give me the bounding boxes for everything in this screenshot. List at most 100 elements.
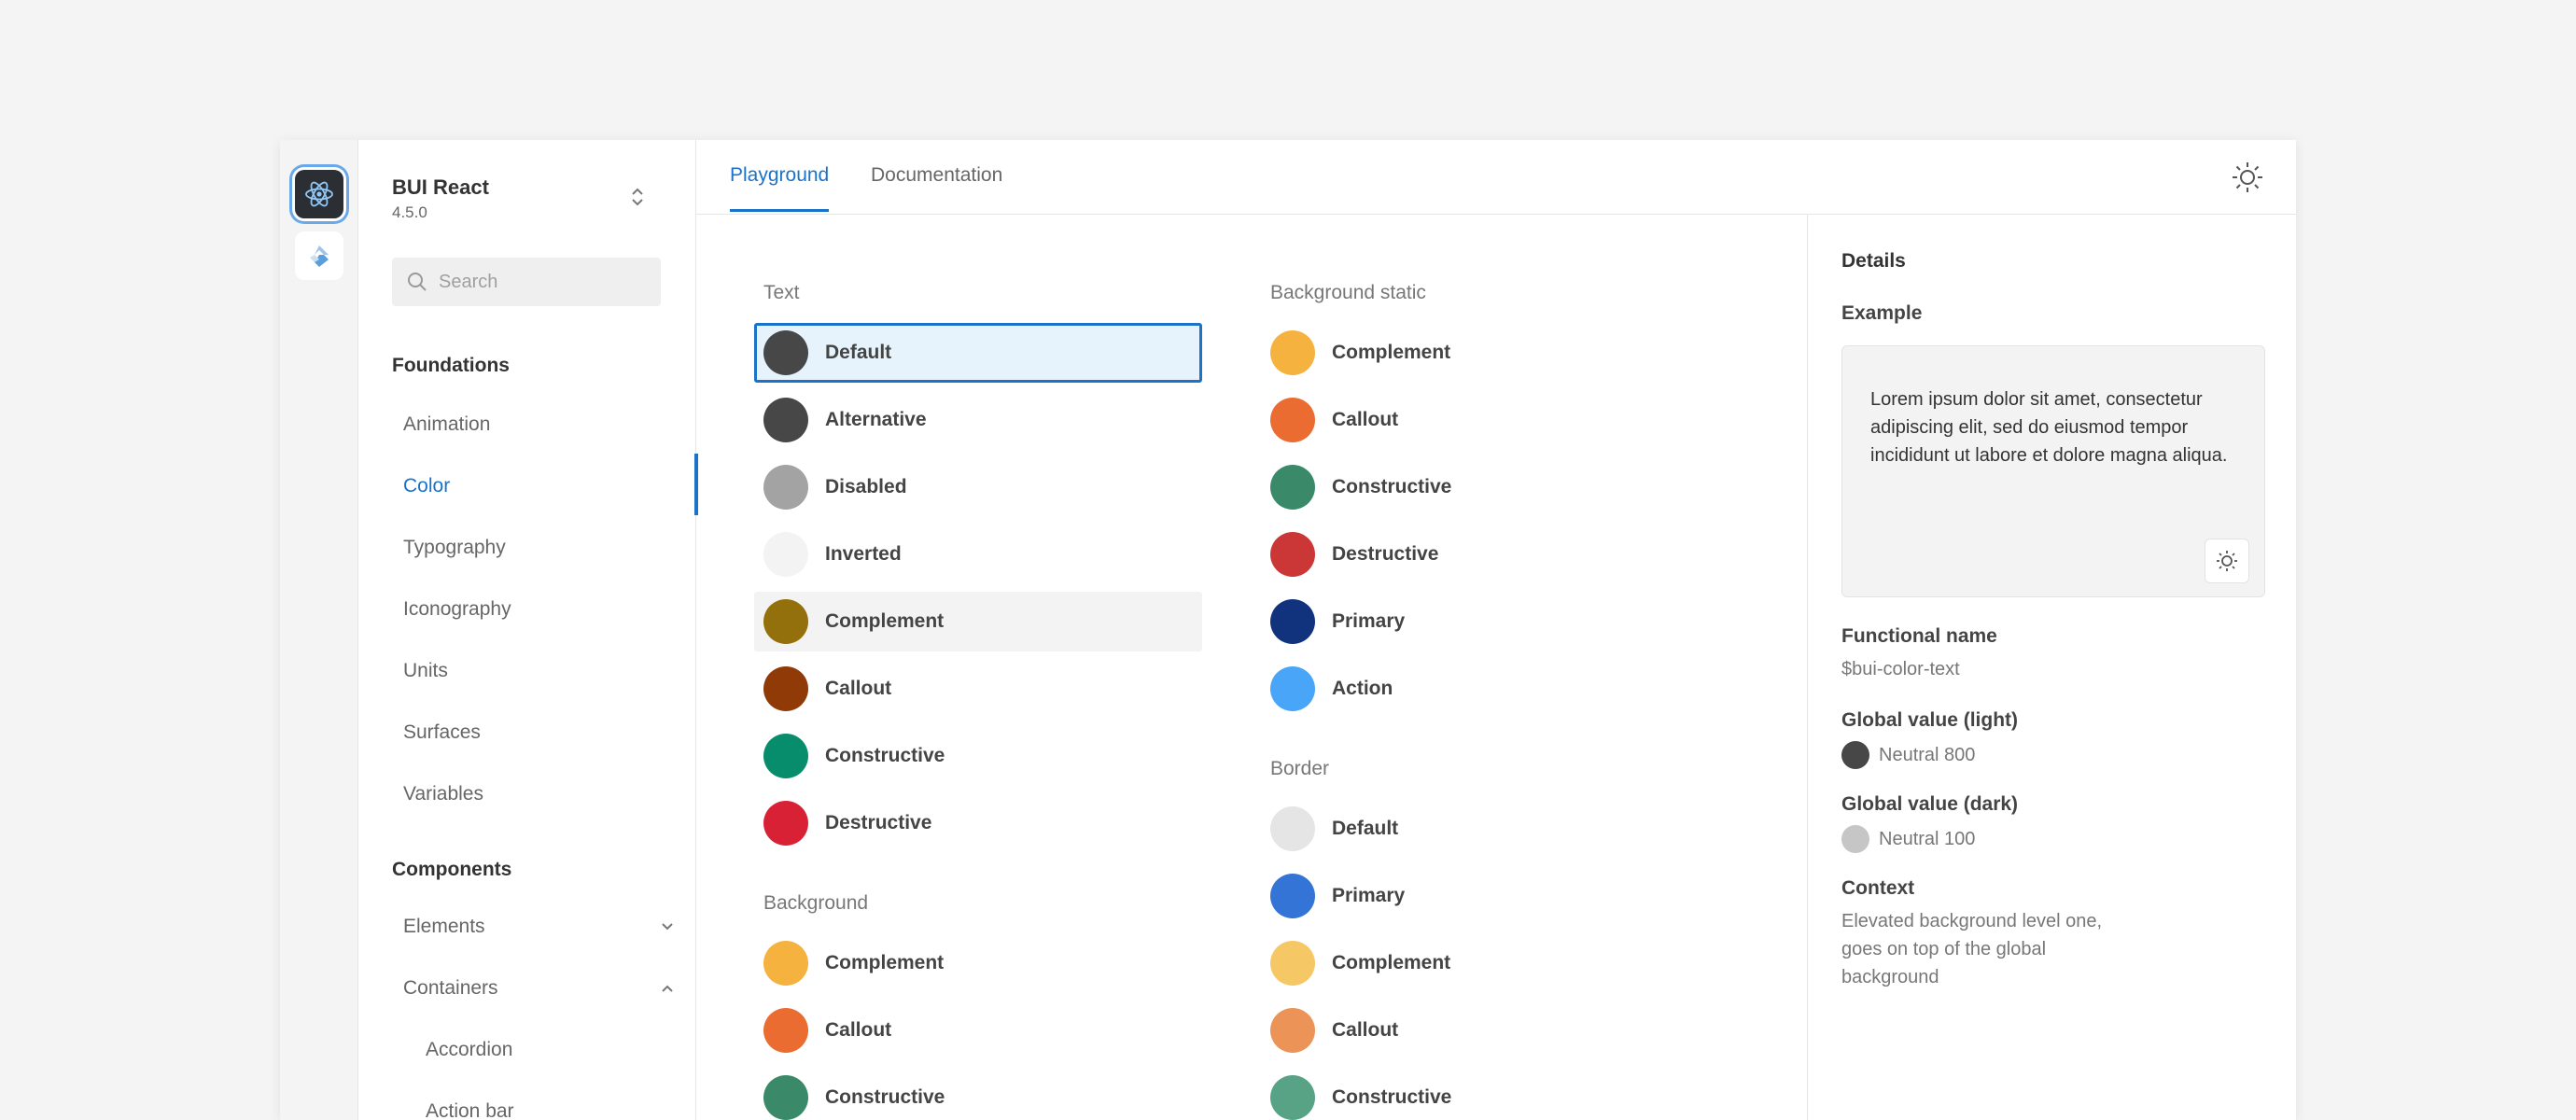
nav-item-elements[interactable]: Elements [403, 916, 674, 938]
swatch-background-callout[interactable]: Callout [754, 1001, 1202, 1060]
nav-item-color[interactable]: Color [403, 475, 674, 497]
color-dot [1270, 941, 1315, 986]
color-dot [763, 330, 808, 375]
swatch-text-default[interactable]: Default [754, 323, 1202, 383]
react-icon [305, 181, 333, 207]
react-app-button[interactable] [295, 170, 343, 218]
swatch-label: Default [825, 342, 892, 363]
chevron-updown-icon[interactable] [629, 185, 646, 209]
example-label: Example [1841, 302, 1923, 324]
swatch-label: Complement [1332, 342, 1451, 363]
tab-documentation[interactable]: Documentation [871, 164, 1002, 209]
swatch-bgstatic-destructive[interactable]: Destructive [1261, 525, 1709, 584]
nav-item-label: Elements [403, 916, 485, 937]
sun-icon[interactable] [2231, 161, 2264, 194]
swatch-label: Primary [1332, 885, 1406, 906]
nav-item-units[interactable]: Units [403, 660, 674, 682]
color-dot [763, 1075, 808, 1120]
color-dot [763, 465, 808, 510]
color-dot [1270, 398, 1315, 442]
color-dot [763, 1008, 808, 1053]
sun-icon [2217, 551, 2237, 571]
color-dot [1270, 330, 1315, 375]
swatch-text-complement[interactable]: Complement [754, 592, 1202, 651]
color-dot [1270, 532, 1315, 577]
example-preview: Lorem ipsum dolor sit amet, consectetur … [1841, 345, 2265, 597]
nav-item-action-bar[interactable]: Action bar [426, 1100, 696, 1120]
swatch-text-destructive[interactable]: Destructive [754, 793, 1202, 853]
group-title-background-static: Background static [1270, 282, 1426, 303]
chevron-down-icon [662, 923, 673, 931]
group-title-background: Background [763, 892, 869, 914]
search-input[interactable] [439, 271, 644, 293]
swatch-text-callout[interactable]: Callout [754, 659, 1202, 719]
sidebar: BUI React 4.5.0 Foundations Animation Co… [358, 140, 698, 1120]
swatch-bgstatic-primary[interactable]: Primary [1261, 592, 1709, 651]
color-dot [763, 734, 808, 778]
swatch-border-complement[interactable]: Complement [1261, 933, 1709, 993]
global-light-value: Neutral 800 [1841, 741, 1975, 769]
color-dot [763, 599, 808, 644]
functional-name-label: Functional name [1841, 625, 1997, 647]
color-dot [1270, 1008, 1315, 1053]
swatch-label: Complement [825, 610, 945, 632]
tab-bar: Playground Documentation [696, 140, 2296, 215]
color-dot [1270, 465, 1315, 510]
nav-item-animation[interactable]: Animation [403, 413, 674, 436]
group-title-border: Border [1270, 758, 1330, 779]
search-icon [408, 273, 427, 291]
search-field[interactable] [392, 258, 661, 306]
swatch-text-alternative[interactable]: Alternative [754, 390, 1202, 450]
nav-item-label: Containers [403, 977, 498, 999]
tab-playground[interactable]: Playground [730, 164, 830, 212]
swatch-border-default[interactable]: Default [1261, 799, 1709, 859]
example-theme-toggle[interactable] [2205, 539, 2249, 583]
nav-item-variables[interactable]: Variables [403, 783, 674, 805]
swatch-label: Complement [825, 952, 945, 973]
context-label: Context [1841, 877, 1915, 899]
color-dot [1270, 1075, 1315, 1120]
functional-name-value: $bui-color-text [1841, 659, 1960, 679]
swatch-label: Destructive [1332, 543, 1439, 565]
swatch-border-callout[interactable]: Callout [1261, 1001, 1709, 1060]
nav-item-typography[interactable]: Typography [403, 537, 674, 559]
color-dot [1270, 666, 1315, 711]
details-panel: Details Example Lorem ipsum dolor sit am… [1807, 215, 2296, 1120]
swatch-border-primary[interactable]: Primary [1261, 866, 1709, 926]
swatch-label: Complement [1332, 952, 1451, 973]
swatch-bgstatic-constructive[interactable]: Constructive [1261, 457, 1709, 517]
app-version: 4.5.0 [392, 203, 427, 221]
swatch-text-disabled[interactable]: Disabled [754, 457, 1202, 517]
color-dot [763, 666, 808, 711]
swatch-background-complement[interactable]: Complement [754, 933, 1202, 993]
swatch-bgstatic-callout[interactable]: Callout [1261, 390, 1709, 450]
foundations-heading: Foundations [392, 355, 510, 376]
swatch-background-constructive[interactable]: Constructive [754, 1068, 1202, 1120]
nav-item-accordion[interactable]: Accordion [426, 1039, 696, 1061]
flutter-app-button[interactable] [295, 231, 343, 280]
global-dark-value: Neutral 100 [1841, 825, 1975, 853]
swatch-bgstatic-complement[interactable]: Complement [1261, 323, 1709, 383]
global-dark-name: Neutral 100 [1879, 828, 1976, 849]
components-heading: Components [392, 859, 512, 880]
nav-item-containers[interactable]: Containers [403, 977, 674, 1000]
nav-item-iconography[interactable]: Iconography [403, 598, 674, 621]
global-light-label: Global value (light) [1841, 709, 2019, 731]
swatch-bgstatic-action[interactable]: Action [1261, 659, 1709, 719]
app-rail [280, 140, 358, 1120]
color-dot [1841, 741, 1869, 769]
swatch-label: Callout [1332, 1019, 1399, 1041]
swatch-label: Callout [1332, 409, 1399, 430]
swatch-label: Destructive [825, 812, 932, 833]
swatch-label: Constructive [1332, 476, 1452, 497]
app-name: BUI React [392, 175, 489, 199]
swatch-border-constructive[interactable]: Constructive [1261, 1068, 1709, 1120]
chevron-up-icon [662, 985, 673, 992]
color-dot [763, 398, 808, 442]
nav-item-surfaces[interactable]: Surfaces [403, 721, 674, 744]
swatch-label: Disabled [825, 476, 907, 497]
swatch-label: Inverted [825, 543, 902, 565]
group-title-text: Text [763, 282, 800, 303]
swatch-text-constructive[interactable]: Constructive [754, 726, 1202, 786]
swatch-text-inverted[interactable]: Inverted [754, 525, 1202, 584]
